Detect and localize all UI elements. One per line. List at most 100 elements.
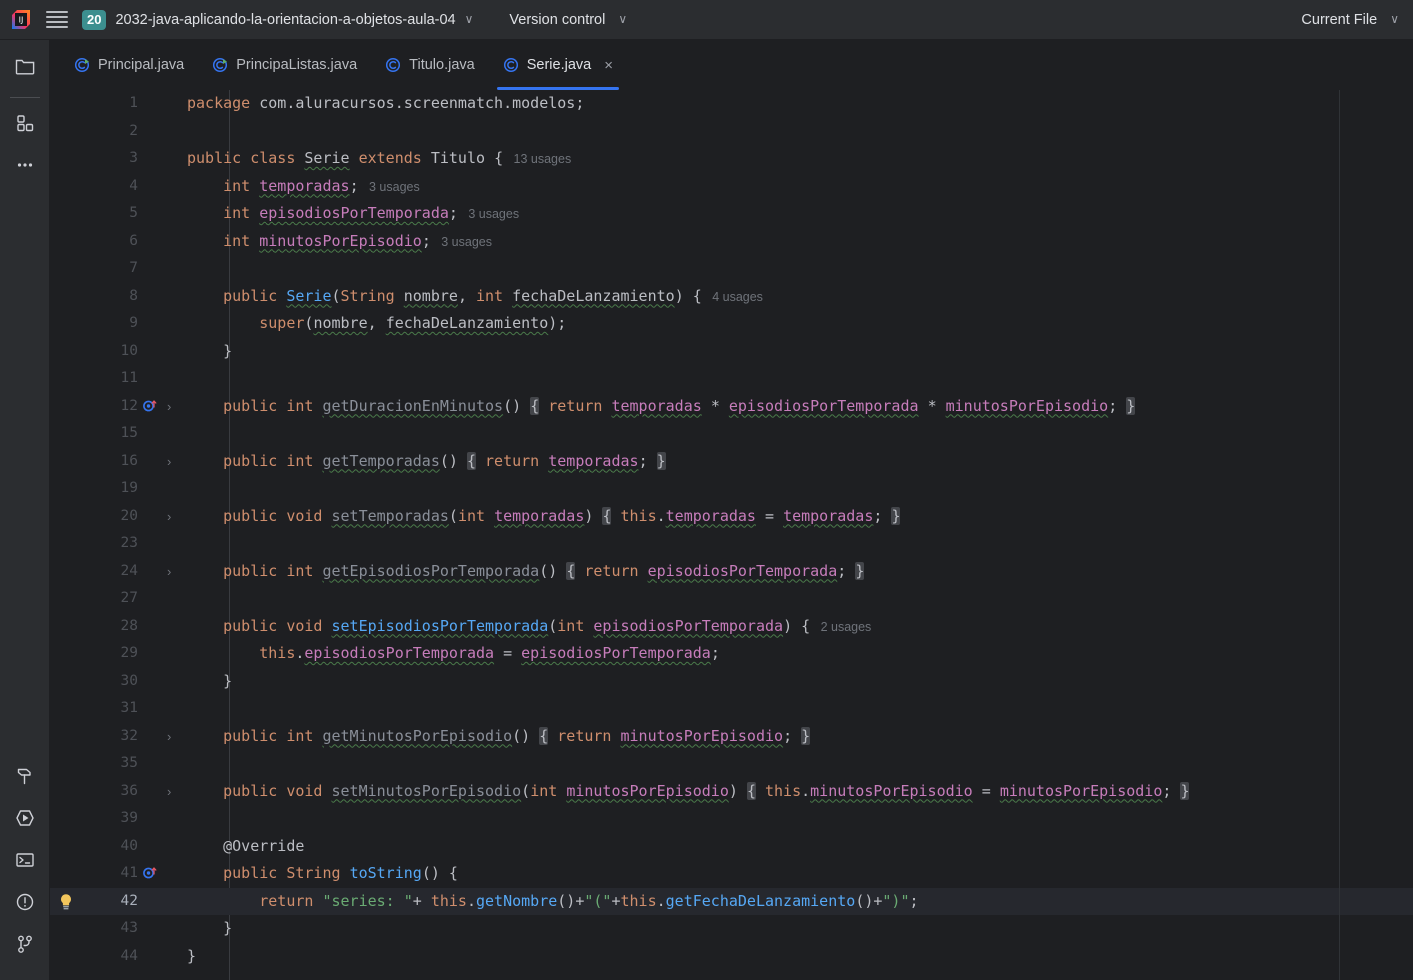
- gutter-line[interactable]: 28: [50, 613, 187, 641]
- gutter-line[interactable]: 35: [50, 750, 187, 778]
- sidebar-item-more-tool-windows[interactable]: [7, 149, 43, 185]
- sidebar-item-commit[interactable]: [7, 107, 43, 143]
- fold-arrow-icon[interactable]: ›: [167, 558, 171, 586]
- code-line[interactable]: [187, 695, 1413, 723]
- chevron-down-icon[interactable]: ∨: [465, 12, 474, 26]
- tab-principal-java[interactable]: Principal.java: [60, 40, 198, 90]
- sidebar-item-build[interactable]: [7, 760, 43, 796]
- gutter-line[interactable]: 43: [50, 915, 187, 943]
- code-line[interactable]: public Serie(String nombre, int fechaDeL…: [187, 283, 1413, 311]
- gutter-line[interactable]: 6: [50, 228, 187, 256]
- code-line[interactable]: int temporadas; 3 usages: [187, 173, 1413, 201]
- gutter-line[interactable]: 41: [50, 860, 187, 888]
- gutter-line[interactable]: 44: [50, 943, 187, 971]
- code-line[interactable]: package com.aluracursos.screenmatch.mode…: [187, 90, 1413, 118]
- code-line[interactable]: public String toString() {: [187, 860, 1413, 888]
- sidebar-item-problems[interactable]: [7, 886, 43, 922]
- intention-bulb-icon[interactable]: [58, 893, 74, 916]
- fold-arrow-icon[interactable]: ›: [167, 448, 171, 476]
- code-line[interactable]: [187, 750, 1413, 778]
- code-line[interactable]: public int getEpisodiosPorTemporada() { …: [187, 558, 1413, 586]
- version-control-button[interactable]: Version control ∨: [509, 12, 627, 28]
- line-number: 29: [120, 645, 138, 661]
- line-number: 7: [129, 260, 138, 276]
- sidebar-item-git[interactable]: [7, 928, 43, 964]
- gutter-line[interactable]: 16 ›: [50, 448, 187, 476]
- editor-code-column[interactable]: package com.aluracursos.screenmatch.mode…: [187, 90, 1413, 980]
- gutter-line[interactable]: 9: [50, 310, 187, 338]
- gutter-line[interactable]: 32 ›: [50, 723, 187, 751]
- code-line[interactable]: [187, 420, 1413, 448]
- chevron-down-icon: ∨: [1390, 11, 1399, 26]
- gutter-line[interactable]: 11: [50, 365, 187, 393]
- close-icon[interactable]: ×: [604, 58, 613, 73]
- overriding-method-icon[interactable]: [142, 865, 158, 881]
- sidebar-item-project[interactable]: [7, 50, 43, 86]
- code-line[interactable]: }: [187, 668, 1413, 696]
- code-line[interactable]: [187, 585, 1413, 613]
- code-line[interactable]: }: [187, 943, 1413, 971]
- code-line[interactable]: [187, 475, 1413, 503]
- code-line[interactable]: [187, 365, 1413, 393]
- code-line[interactable]: }: [187, 338, 1413, 366]
- gutter-line[interactable]: 8: [50, 283, 187, 311]
- gutter-line[interactable]: 23: [50, 530, 187, 558]
- code-line[interactable]: [187, 118, 1413, 146]
- overriding-method-icon[interactable]: [142, 398, 158, 414]
- code-line[interactable]: public int getDuracionEnMinutos() { retu…: [187, 393, 1413, 421]
- code-line[interactable]: return "series: "+ this.getNombre()+"("+…: [187, 887, 1413, 915]
- line-number: 20: [120, 507, 138, 524]
- gutter-line[interactable]: 15: [50, 420, 187, 448]
- gutter-line[interactable]: 40: [50, 833, 187, 861]
- code-line[interactable]: [187, 255, 1413, 283]
- tab-titulo-java[interactable]: Titulo.java: [371, 40, 489, 90]
- code-line[interactable]: public int getTemporadas() { return temp…: [187, 448, 1413, 476]
- project-name-label[interactable]: 2032-java-aplicando-la-orientacion-a-obj…: [115, 12, 455, 28]
- run-configuration-selector[interactable]: Current File ∨: [1301, 12, 1399, 28]
- code-line[interactable]: public class Serie extends Titulo { 13 u…: [187, 145, 1413, 173]
- code-line[interactable]: super(nombre, fechaDeLanzamiento);: [187, 310, 1413, 338]
- gutter-line[interactable]: 27: [50, 585, 187, 613]
- gutter-line[interactable]: 29: [50, 640, 187, 668]
- tab-principalistas-java[interactable]: PrincipaListas.java: [198, 40, 371, 90]
- code-line[interactable]: int episodiosPorTemporada; 3 usages: [187, 200, 1413, 228]
- gutter-line[interactable]: 12 ›: [50, 393, 187, 421]
- code-line[interactable]: @Override: [187, 833, 1413, 861]
- hamburger-menu-icon[interactable]: [46, 9, 68, 31]
- git-branch-icon: [14, 933, 36, 960]
- gutter-line[interactable]: 5: [50, 200, 187, 228]
- gutter-line[interactable]: 31: [50, 695, 187, 723]
- code-line[interactable]: [187, 805, 1413, 833]
- sidebar-item-run[interactable]: [7, 802, 43, 838]
- gutter-line[interactable]: 20 ›: [50, 503, 187, 531]
- gutter-line[interactable]: 24 ›: [50, 558, 187, 586]
- tab-serie-java[interactable]: Serie.java ×: [489, 40, 627, 90]
- gutter-line[interactable]: 19: [50, 475, 187, 503]
- fold-arrow-icon[interactable]: ›: [167, 723, 171, 751]
- code-line[interactable]: }: [187, 915, 1413, 943]
- code-line[interactable]: public void setTemporadas(int temporadas…: [187, 503, 1413, 531]
- gutter-line[interactable]: 4: [50, 173, 187, 201]
- gutter-line[interactable]: 39: [50, 805, 187, 833]
- gutter-line[interactable]: 36 ›: [50, 778, 187, 806]
- code-line[interactable]: int minutosPorEpisodio; 3 usages: [187, 228, 1413, 256]
- gutter-line[interactable]: 3: [50, 145, 187, 173]
- current-file-label: Current File: [1301, 11, 1378, 28]
- code-line[interactable]: [187, 530, 1413, 558]
- fold-arrow-icon[interactable]: ›: [167, 778, 171, 806]
- code-line[interactable]: public int getMinutosPorEpisodio() { ret…: [187, 723, 1413, 751]
- gutter-line[interactable]: 10: [50, 338, 187, 366]
- fold-arrow-icon[interactable]: ›: [167, 393, 171, 421]
- gutter-line[interactable]: 7: [50, 255, 187, 283]
- editor-gutter[interactable]: 1 2 3 4 5 6 7 8 9 10 11 12 › 15 16 › 19 20 › 23 24 › 27 28 29 30 3…: [50, 90, 187, 980]
- code-pane[interactable]: 1 2 3 4 5 6 7 8 9 10 11 12 › 15 16 › 19 20 › 23 24 › 27 28 29 30 3…: [50, 90, 1413, 980]
- line-number: 8: [129, 287, 138, 304]
- code-line[interactable]: public void setMinutosPorEpisodio(int mi…: [187, 778, 1413, 806]
- gutter-line[interactable]: 1: [50, 90, 187, 118]
- gutter-line[interactable]: 30: [50, 668, 187, 696]
- gutter-line[interactable]: 2: [50, 118, 187, 146]
- code-line[interactable]: public void setEpisodiosPorTemporada(int…: [187, 613, 1413, 641]
- fold-arrow-icon[interactable]: ›: [167, 503, 171, 531]
- sidebar-item-terminal[interactable]: [7, 844, 43, 880]
- code-line[interactable]: this.episodiosPorTemporada = episodiosPo…: [187, 640, 1413, 668]
